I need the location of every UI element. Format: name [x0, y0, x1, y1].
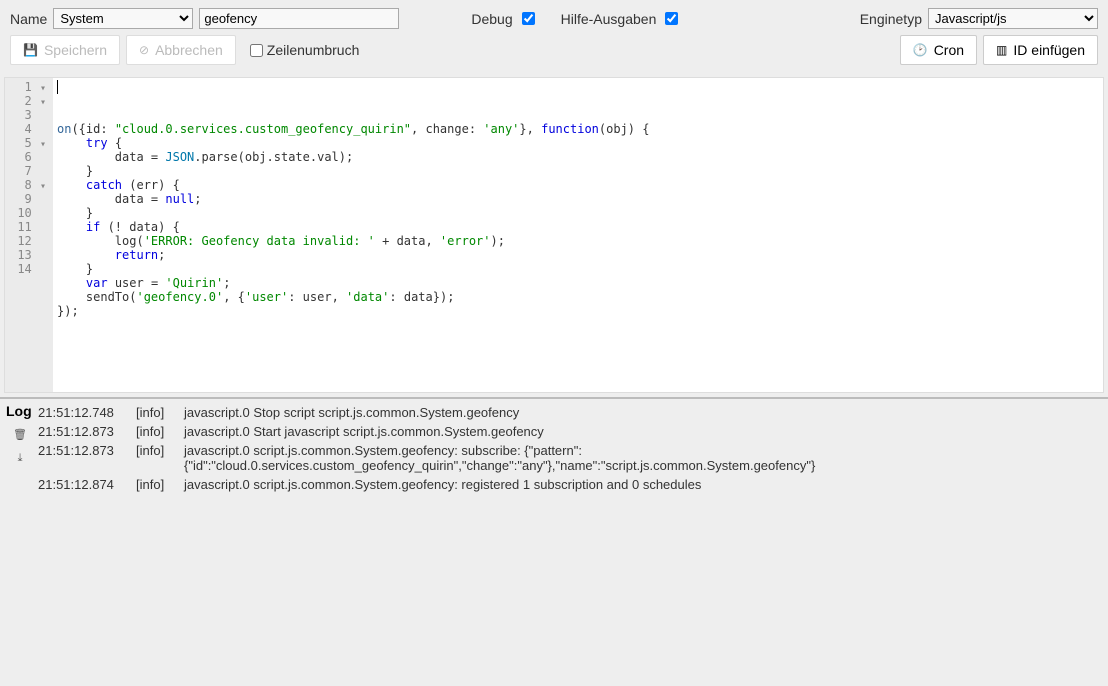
save-button[interactable]: 💾 Speichern	[10, 35, 120, 65]
line-number: 14	[15, 262, 47, 276]
cancel-button[interactable]: ⊘ Abbrechen	[126, 35, 236, 65]
code-line[interactable]: data = JSON.parse(obj.state.val);	[57, 150, 1099, 164]
gutter: 1 ▾2 ▾3 4 5 ▾6 7 8 ▾9 10 11 12 13 14	[5, 78, 53, 392]
log-message: javascript.0 script.js.common.System.geo…	[184, 477, 1104, 492]
line-number: 13	[15, 248, 47, 262]
cancel-icon: ⊘	[139, 43, 149, 57]
enginetyp-label: Enginetyp	[860, 11, 922, 27]
line-number: 8 ▾	[15, 178, 47, 192]
code-line[interactable]: }	[57, 262, 1099, 276]
wrap-label: Zeilenumbruch	[267, 42, 360, 58]
wrap-control: Zeilenumbruch	[250, 42, 360, 58]
log-row: 21:51:12.874[info]javascript.0 script.js…	[36, 475, 1104, 494]
code-line[interactable]: catch (err) {	[57, 178, 1099, 192]
wrap-checkbox[interactable]	[250, 44, 263, 57]
hilfe-label: Hilfe-Ausgaben	[561, 11, 657, 27]
code-line[interactable]: }	[57, 164, 1099, 178]
line-number: 5 ▾	[15, 136, 47, 150]
header-bar: Name System Debug Hilfe-Ausgaben Enginet…	[0, 0, 1108, 35]
code-line[interactable]: if (! data) {	[57, 220, 1099, 234]
log-level: [info]	[136, 443, 184, 458]
log-row: 21:51:12.873[info]javascript.0 script.js…	[36, 441, 1104, 475]
clock-icon: 🕑	[913, 43, 928, 57]
line-number: 9	[15, 192, 47, 206]
hilfe-checkbox[interactable]	[665, 12, 678, 25]
log-title: Log	[4, 403, 32, 419]
log-panel: Log 🗑 ⤓ 21:51:12.748[info]javascript.0 S…	[0, 399, 1108, 498]
trash-icon: 🗑	[13, 428, 27, 441]
debug-checkbox[interactable]	[522, 12, 535, 25]
cron-button-label: Cron	[934, 42, 964, 58]
log-level: [info]	[136, 424, 184, 439]
log-row: 21:51:12.748[info]javascript.0 Stop scri…	[36, 403, 1104, 422]
cursor	[57, 80, 58, 94]
code-area[interactable]: on({id: "cloud.0.services.custom_geofenc…	[53, 78, 1103, 392]
code-line[interactable]: sendTo('geofency.0', {'user': user, 'dat…	[57, 290, 1099, 304]
line-number: 1 ▾	[15, 80, 47, 94]
line-number: 11	[15, 220, 47, 234]
code-line[interactable]: var user = 'Quirin';	[57, 276, 1099, 290]
code-line[interactable]: try {	[57, 136, 1099, 150]
log-time: 21:51:12.748	[36, 405, 136, 420]
log-row: 21:51:12.873[info]javascript.0 Start jav…	[36, 422, 1104, 441]
id-icon: ▥	[996, 43, 1007, 57]
code-line[interactable]: });	[57, 304, 1099, 318]
save-icon: 💾	[23, 43, 38, 57]
log-time: 21:51:12.873	[36, 443, 136, 458]
debug-label: Debug	[471, 11, 512, 27]
line-number: 7	[15, 164, 47, 178]
line-number: 3	[15, 108, 47, 122]
toolbar: 💾 Speichern ⊘ Abbrechen Zeilenumbruch 🕑 …	[0, 35, 1108, 77]
name-label: Name	[10, 11, 47, 27]
line-number: 10	[15, 206, 47, 220]
code-line[interactable]: data = null;	[57, 192, 1099, 206]
log-message: javascript.0 script.js.common.System.geo…	[184, 443, 1104, 473]
code-line[interactable]: return;	[57, 248, 1099, 262]
code-line[interactable]: on({id: "cloud.0.services.custom_geofenc…	[57, 122, 1099, 136]
insert-id-button-label: ID einfügen	[1013, 42, 1085, 58]
log-time: 21:51:12.874	[36, 477, 136, 492]
log-message: javascript.0 Stop script script.js.commo…	[184, 405, 1104, 420]
log-level: [info]	[136, 477, 184, 492]
group-select[interactable]: System	[53, 8, 193, 29]
log-table: 21:51:12.748[info]javascript.0 Stop scri…	[36, 403, 1104, 494]
insert-id-button[interactable]: ▥ ID einfügen	[983, 35, 1098, 65]
line-number: 12	[15, 234, 47, 248]
scroll-bottom-button[interactable]: ⤓	[11, 449, 29, 467]
line-number: 4	[15, 122, 47, 136]
cancel-button-label: Abbrechen	[155, 42, 223, 58]
clear-log-button[interactable]: 🗑	[11, 425, 29, 443]
code-editor[interactable]: 1 ▾2 ▾3 4 5 ▾6 7 8 ▾9 10 11 12 13 14 on(…	[4, 77, 1104, 393]
line-number: 6	[15, 150, 47, 164]
engine-select[interactable]: Javascript/js	[928, 8, 1098, 29]
log-message: javascript.0 Start javascript script.js.…	[184, 424, 1104, 439]
cron-button[interactable]: 🕑 Cron	[900, 35, 977, 65]
log-level: [info]	[136, 405, 184, 420]
script-name-input[interactable]	[199, 8, 399, 29]
save-button-label: Speichern	[44, 42, 107, 58]
download-icon: ⤓	[18, 452, 23, 465]
line-number: 2 ▾	[15, 94, 47, 108]
code-line[interactable]: log('ERROR: Geofency data invalid: ' + d…	[57, 234, 1099, 248]
log-time: 21:51:12.873	[36, 424, 136, 439]
code-line[interactable]: }	[57, 206, 1099, 220]
